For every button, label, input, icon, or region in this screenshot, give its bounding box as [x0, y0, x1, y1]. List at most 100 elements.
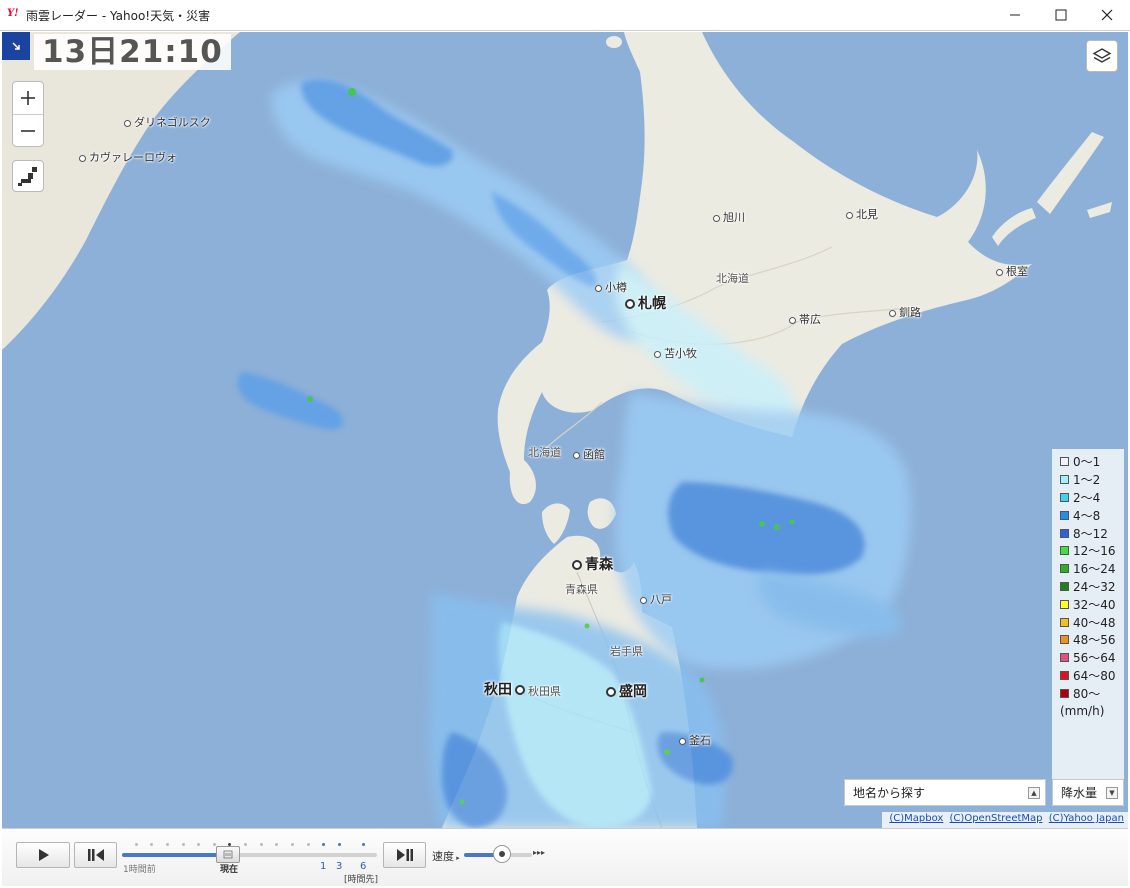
legend-swatch	[1060, 457, 1069, 467]
legend-label: 8～12	[1073, 526, 1108, 541]
legend-item: 56～64	[1060, 649, 1124, 667]
timeline-tick	[275, 843, 278, 846]
legend-item: 24～32	[1060, 578, 1124, 596]
japan-view-button[interactable]	[12, 160, 44, 192]
timeline-tick	[322, 843, 325, 846]
yahoo-link[interactable]: (C)Yahoo Japan	[1049, 813, 1124, 824]
legend-item: 32～40	[1060, 595, 1124, 613]
layer-type-dropdown[interactable]: 降水量 ▼	[1052, 779, 1124, 806]
legend-swatch	[1060, 564, 1069, 574]
legend-swatch	[1060, 617, 1069, 627]
city-dot-icon	[515, 685, 525, 695]
mapbox-link[interactable]: (C)Mapbox	[889, 813, 943, 824]
layer-switch-button[interactable]	[1086, 40, 1118, 72]
timeline-label-now: 現在	[220, 865, 239, 875]
legend-swatch	[1060, 492, 1069, 502]
legend-label: 24～32	[1073, 579, 1116, 594]
speed-fast-icon: ▸▸▸	[533, 848, 546, 857]
city-dot-icon	[606, 687, 616, 697]
speed-handle[interactable]	[493, 845, 511, 863]
step-forward-icon	[396, 849, 413, 861]
legend-item: 8～12	[1060, 524, 1124, 542]
place-label: 北見	[846, 206, 878, 222]
place-search-label: 地名から探す	[853, 786, 926, 800]
place-label: 根室	[996, 263, 1028, 279]
radar-map[interactable]: 13日21:10 ダリネゴルスク カヴァレーロヴォ 旭川 北見 根室 北海道 小…	[2, 32, 1128, 828]
maximize-button[interactable]	[1038, 0, 1084, 30]
legend-swatch	[1060, 528, 1069, 538]
legend-swatch	[1060, 635, 1069, 645]
zoom-in-button[interactable]	[13, 82, 43, 114]
step-forward-button[interactable]	[383, 842, 426, 868]
city-dot-icon	[889, 309, 896, 317]
place-label: 釜石	[679, 732, 711, 748]
play-button[interactable]	[16, 842, 70, 868]
city-dot-icon	[79, 154, 86, 162]
place-label: 苫小牧	[654, 345, 697, 361]
legend-label: 0～1	[1073, 455, 1101, 470]
legend-rows: 0～1 1～2 2～4 4～8 8～12 12～16 16～24 24～32 32～40 40～4…	[1060, 453, 1124, 702]
city-dot-icon	[654, 350, 661, 358]
timeline-slider[interactable]	[122, 853, 377, 857]
place-search-dropdown[interactable]: 地名から探す ▲	[844, 779, 1046, 806]
timeline-tick	[197, 843, 200, 846]
speed-slow-icon: ▸	[454, 854, 460, 862]
plus-icon	[21, 91, 35, 105]
osm-link[interactable]: (C)OpenStreetMap	[950, 813, 1043, 824]
place-label: 八戸	[640, 591, 672, 607]
timeline-label-future: [時間先]	[344, 875, 379, 885]
close-button[interactable]	[1084, 0, 1130, 30]
legend-label: 56～64	[1073, 651, 1116, 666]
place-label: 青森	[572, 554, 613, 574]
city-dot-icon	[789, 316, 796, 324]
legend-label: 48～56	[1073, 633, 1116, 648]
place-label: 釧路	[889, 304, 921, 320]
legend-label: 2～4	[1073, 490, 1101, 505]
legend-swatch	[1060, 581, 1069, 591]
city-dot-icon	[595, 284, 602, 292]
legend-label: 32～40	[1073, 597, 1116, 612]
minimize-icon	[1010, 14, 1020, 16]
timeline-label-past: 1時間前	[123, 865, 156, 875]
legend-item: 64～80	[1060, 667, 1124, 685]
maximize-icon	[1055, 9, 1067, 21]
legend-item: 0～1	[1060, 453, 1124, 471]
legend-label: 4～8	[1073, 508, 1101, 523]
city-dot-icon	[996, 268, 1003, 276]
legend-item: 12～16	[1060, 542, 1124, 560]
observation-time: 13日21:10	[34, 34, 231, 70]
timeline-tick	[213, 843, 216, 846]
timeline-handle[interactable]	[216, 846, 240, 863]
city-dot-icon	[572, 560, 582, 570]
city-dot-icon	[679, 737, 686, 745]
place-label: ダリネゴルスク	[124, 114, 211, 130]
city-dot-icon	[625, 299, 635, 309]
zoom-out-button[interactable]	[13, 114, 43, 147]
minimize-button[interactable]	[992, 0, 1038, 30]
timeline-label-1h: 1	[320, 861, 327, 872]
legend-item: 48～56	[1060, 631, 1124, 649]
city-dot-icon	[640, 596, 647, 604]
legend-item: 1～2	[1060, 471, 1124, 489]
legend-label: 40～48	[1073, 615, 1116, 630]
timeline-label-6h: 6	[360, 861, 367, 872]
legend-label: 64～80	[1073, 668, 1116, 683]
region-label: 岩手県	[610, 645, 643, 658]
legend-swatch	[1060, 688, 1069, 698]
legend-swatch	[1060, 653, 1069, 663]
collapse-panel-button[interactable]	[2, 32, 30, 60]
timeline-tick	[307, 843, 310, 846]
legend-item: 16～24	[1060, 560, 1124, 578]
timeline-tick	[135, 843, 138, 846]
step-back-button[interactable]	[74, 842, 117, 868]
triangle-up-icon: ▲	[1028, 787, 1040, 799]
arrow-down-right-icon	[12, 42, 20, 50]
timeline-tick	[150, 843, 153, 846]
legend-item: 2～4	[1060, 489, 1124, 507]
place-label: 札幌	[625, 293, 666, 313]
timeline-tick	[291, 843, 294, 846]
region-label: 青森県	[565, 583, 598, 596]
window-title: 雨雲レーダー - Yahoo!天気・災害	[26, 9, 211, 23]
close-icon	[1101, 9, 1113, 21]
legend-item: 80～	[1060, 684, 1124, 702]
